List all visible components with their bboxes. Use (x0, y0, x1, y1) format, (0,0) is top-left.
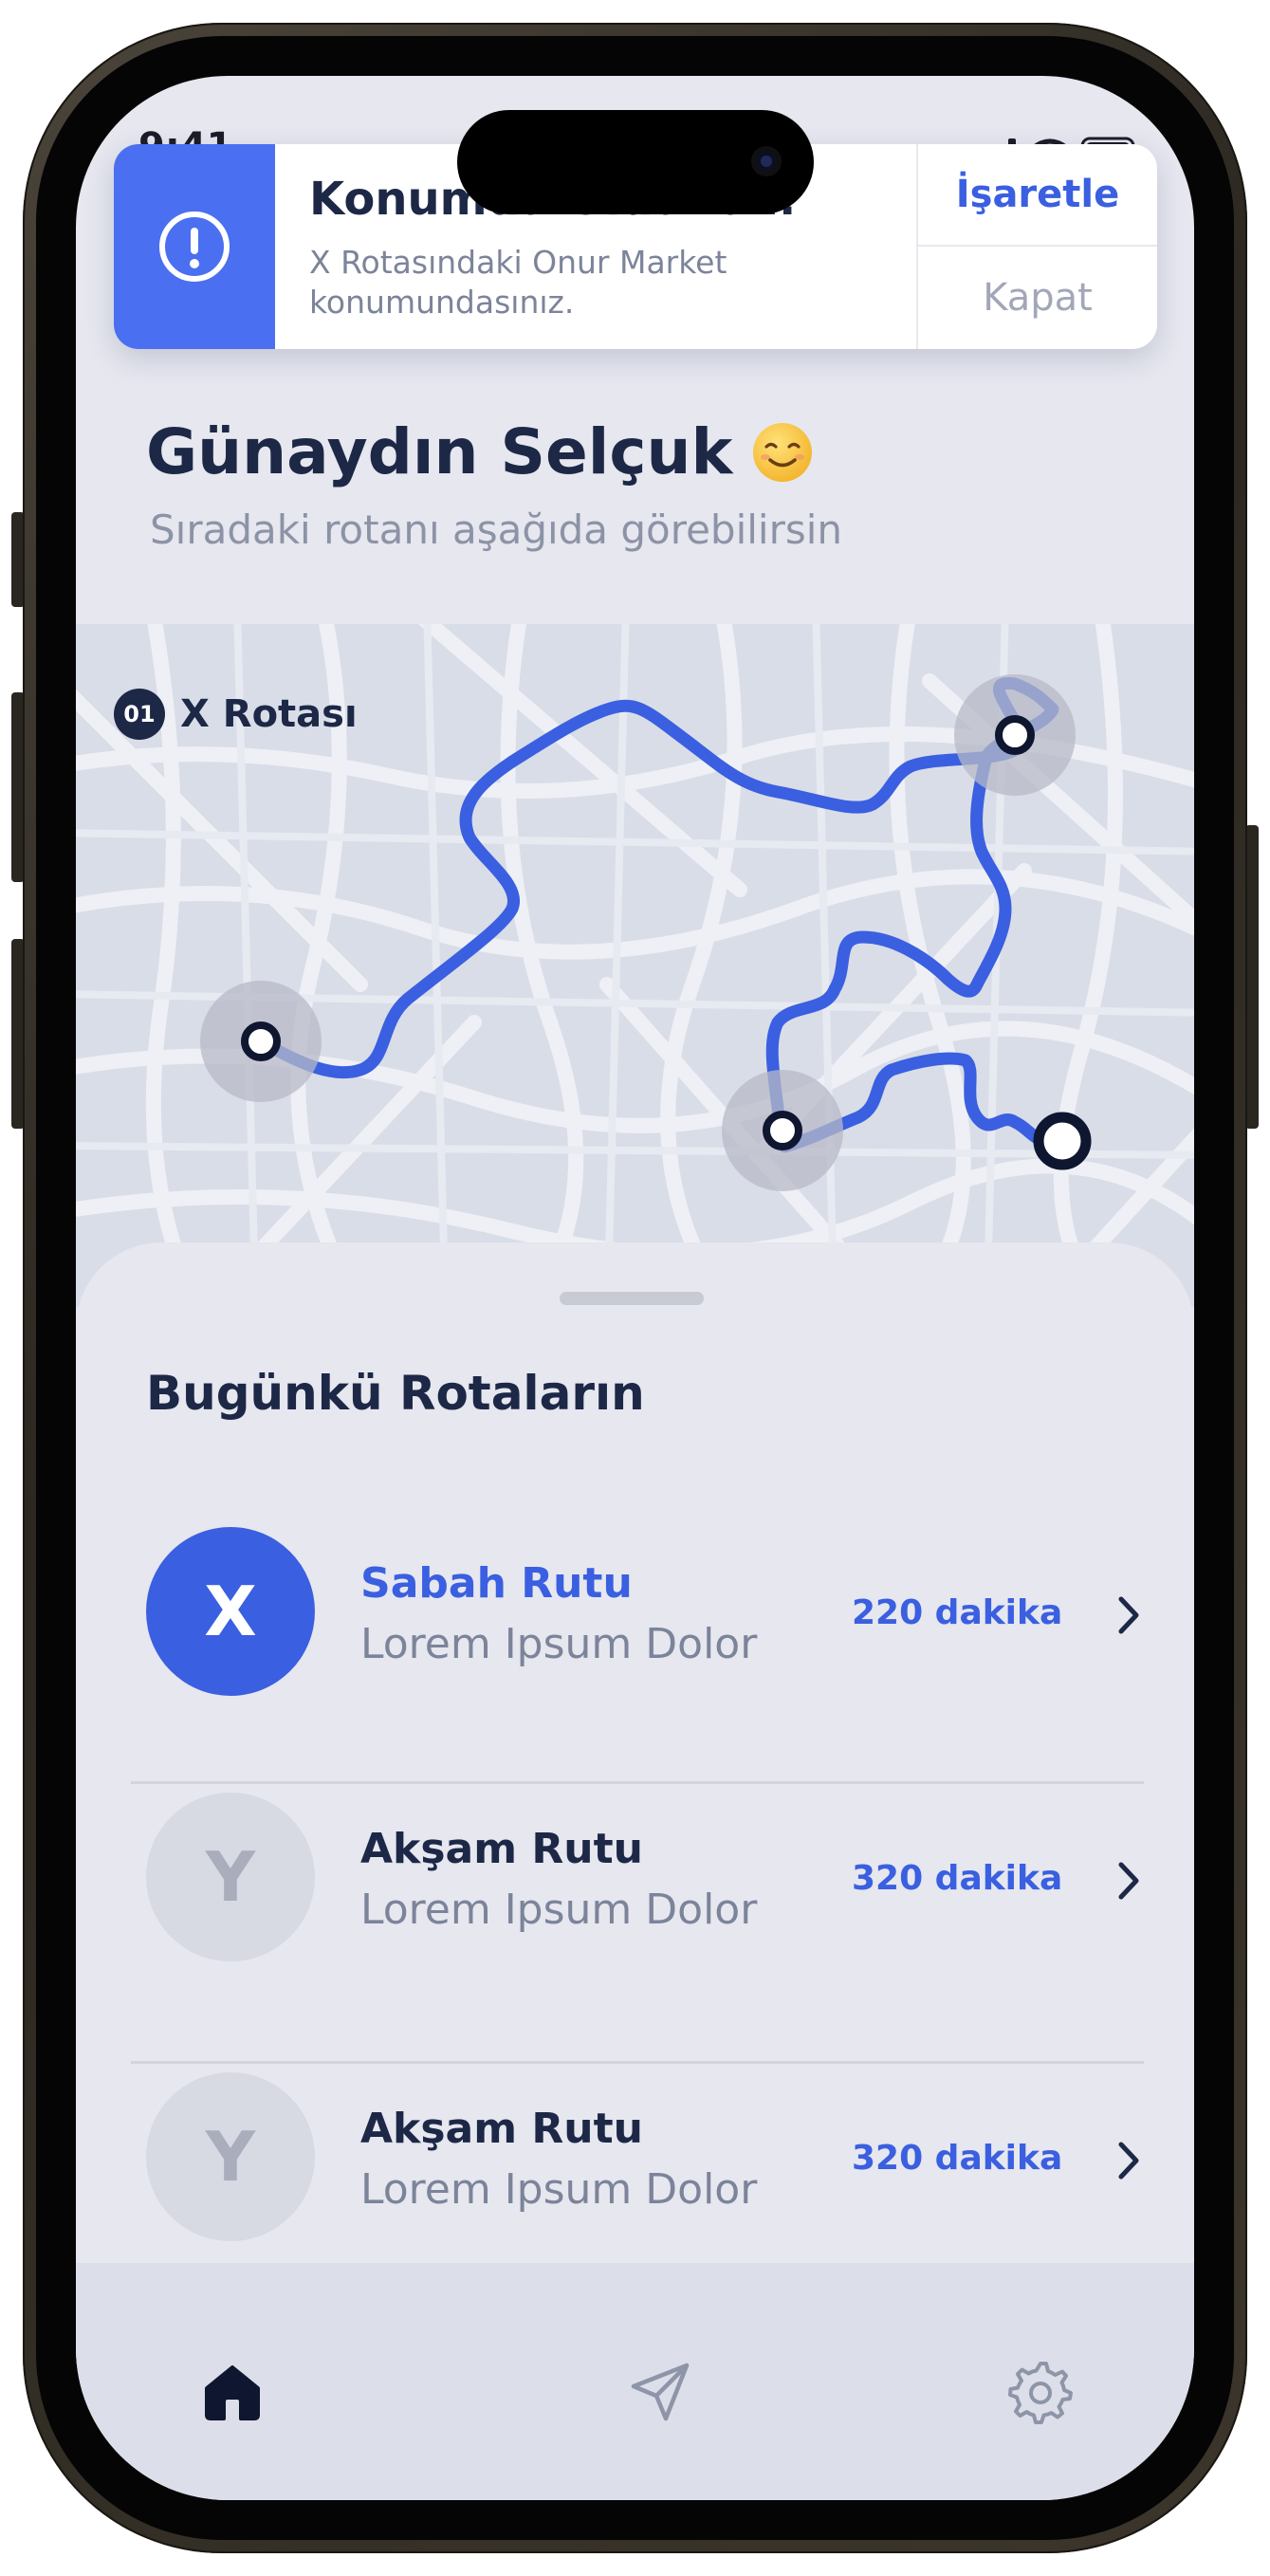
chevron-right-icon[interactable] (1110, 1592, 1148, 1639)
route-item-name: Sabah Rutu (360, 1559, 633, 1608)
home-icon[interactable] (199, 2358, 266, 2424)
section-title: Bugünkü Rotaların (146, 1366, 645, 1421)
route-item-name: Akşam Rutu (360, 1825, 643, 1873)
map-marker-north[interactable] (954, 674, 1076, 796)
route-item-duration: 220 dakika (852, 1593, 1063, 1632)
device-frame: 9:41 (0, 0, 1270, 2576)
route-map[interactable]: 01 X Rotası (76, 624, 1194, 1307)
notification-body: X Rotasındaki Onur Market konumundasınız… (309, 244, 727, 321)
greeting-subtitle: Sıradaki rotanı aşağıda görebilirsin (150, 506, 843, 553)
route-list-item[interactable]: Y Akşam Rutu Lorem Ipsum Dolor 320 dakik… (76, 1764, 1194, 1992)
route-avatar: Y (146, 1793, 315, 1961)
map-marker-end[interactable] (1033, 1112, 1092, 1170)
mark-button[interactable]: İşaretle (918, 144, 1157, 247)
route-item-description: Lorem Ipsum Dolor (360, 1886, 758, 1934)
route-label: 01 X Rotası (114, 689, 358, 740)
greeting-title: Günaydın Selçuk (146, 415, 814, 488)
route-item-duration: 320 dakika (852, 1859, 1063, 1898)
routes-sheet[interactable]: Bugünkü Rotaların X Sabah Rutu Lorem Ips… (76, 1242, 1194, 2286)
sheet-handle[interactable] (560, 1292, 704, 1305)
map-marker-south[interactable] (722, 1070, 843, 1191)
route-item-description: Lorem Ipsum Dolor (360, 2165, 758, 2214)
route-list-item[interactable]: Y Akşam Rutu Lorem Ipsum Dolor 320 dakik… (76, 2044, 1194, 2272)
app-screen: 9:41 (76, 76, 1194, 2500)
route-item-description: Lorem Ipsum Dolor (360, 1620, 758, 1668)
tab-bar (76, 2263, 1194, 2500)
chevron-right-icon[interactable] (1110, 1857, 1148, 1904)
route-name: X Rotası (180, 692, 358, 736)
smiling-face-icon (753, 422, 813, 482)
notification-actions: İşaretle Kapat (916, 144, 1157, 349)
close-button[interactable]: Kapat (918, 247, 1157, 349)
alert-circle-icon (159, 212, 230, 282)
notification-icon-box (114, 144, 275, 349)
route-list-item[interactable]: X Sabah Rutu Lorem Ipsum Dolor 220 dakik… (76, 1499, 1194, 1726)
route-avatar: Y (146, 2072, 315, 2241)
chevron-right-icon[interactable] (1110, 2137, 1148, 2184)
dynamic-island (457, 110, 814, 214)
route-item-name: Akşam Rutu (360, 2105, 643, 2153)
camera-icon (751, 146, 782, 176)
send-icon[interactable] (628, 2358, 694, 2424)
route-item-duration: 320 dakika (852, 2139, 1063, 2178)
gear-icon[interactable] (1007, 2358, 1074, 2424)
greeting-text: Günaydın Selçuk (146, 415, 733, 488)
power-button (1245, 825, 1259, 1129)
route-number-badge: 01 (114, 689, 165, 740)
map-marker-start[interactable] (200, 981, 322, 1102)
route-avatar: X (146, 1527, 315, 1696)
